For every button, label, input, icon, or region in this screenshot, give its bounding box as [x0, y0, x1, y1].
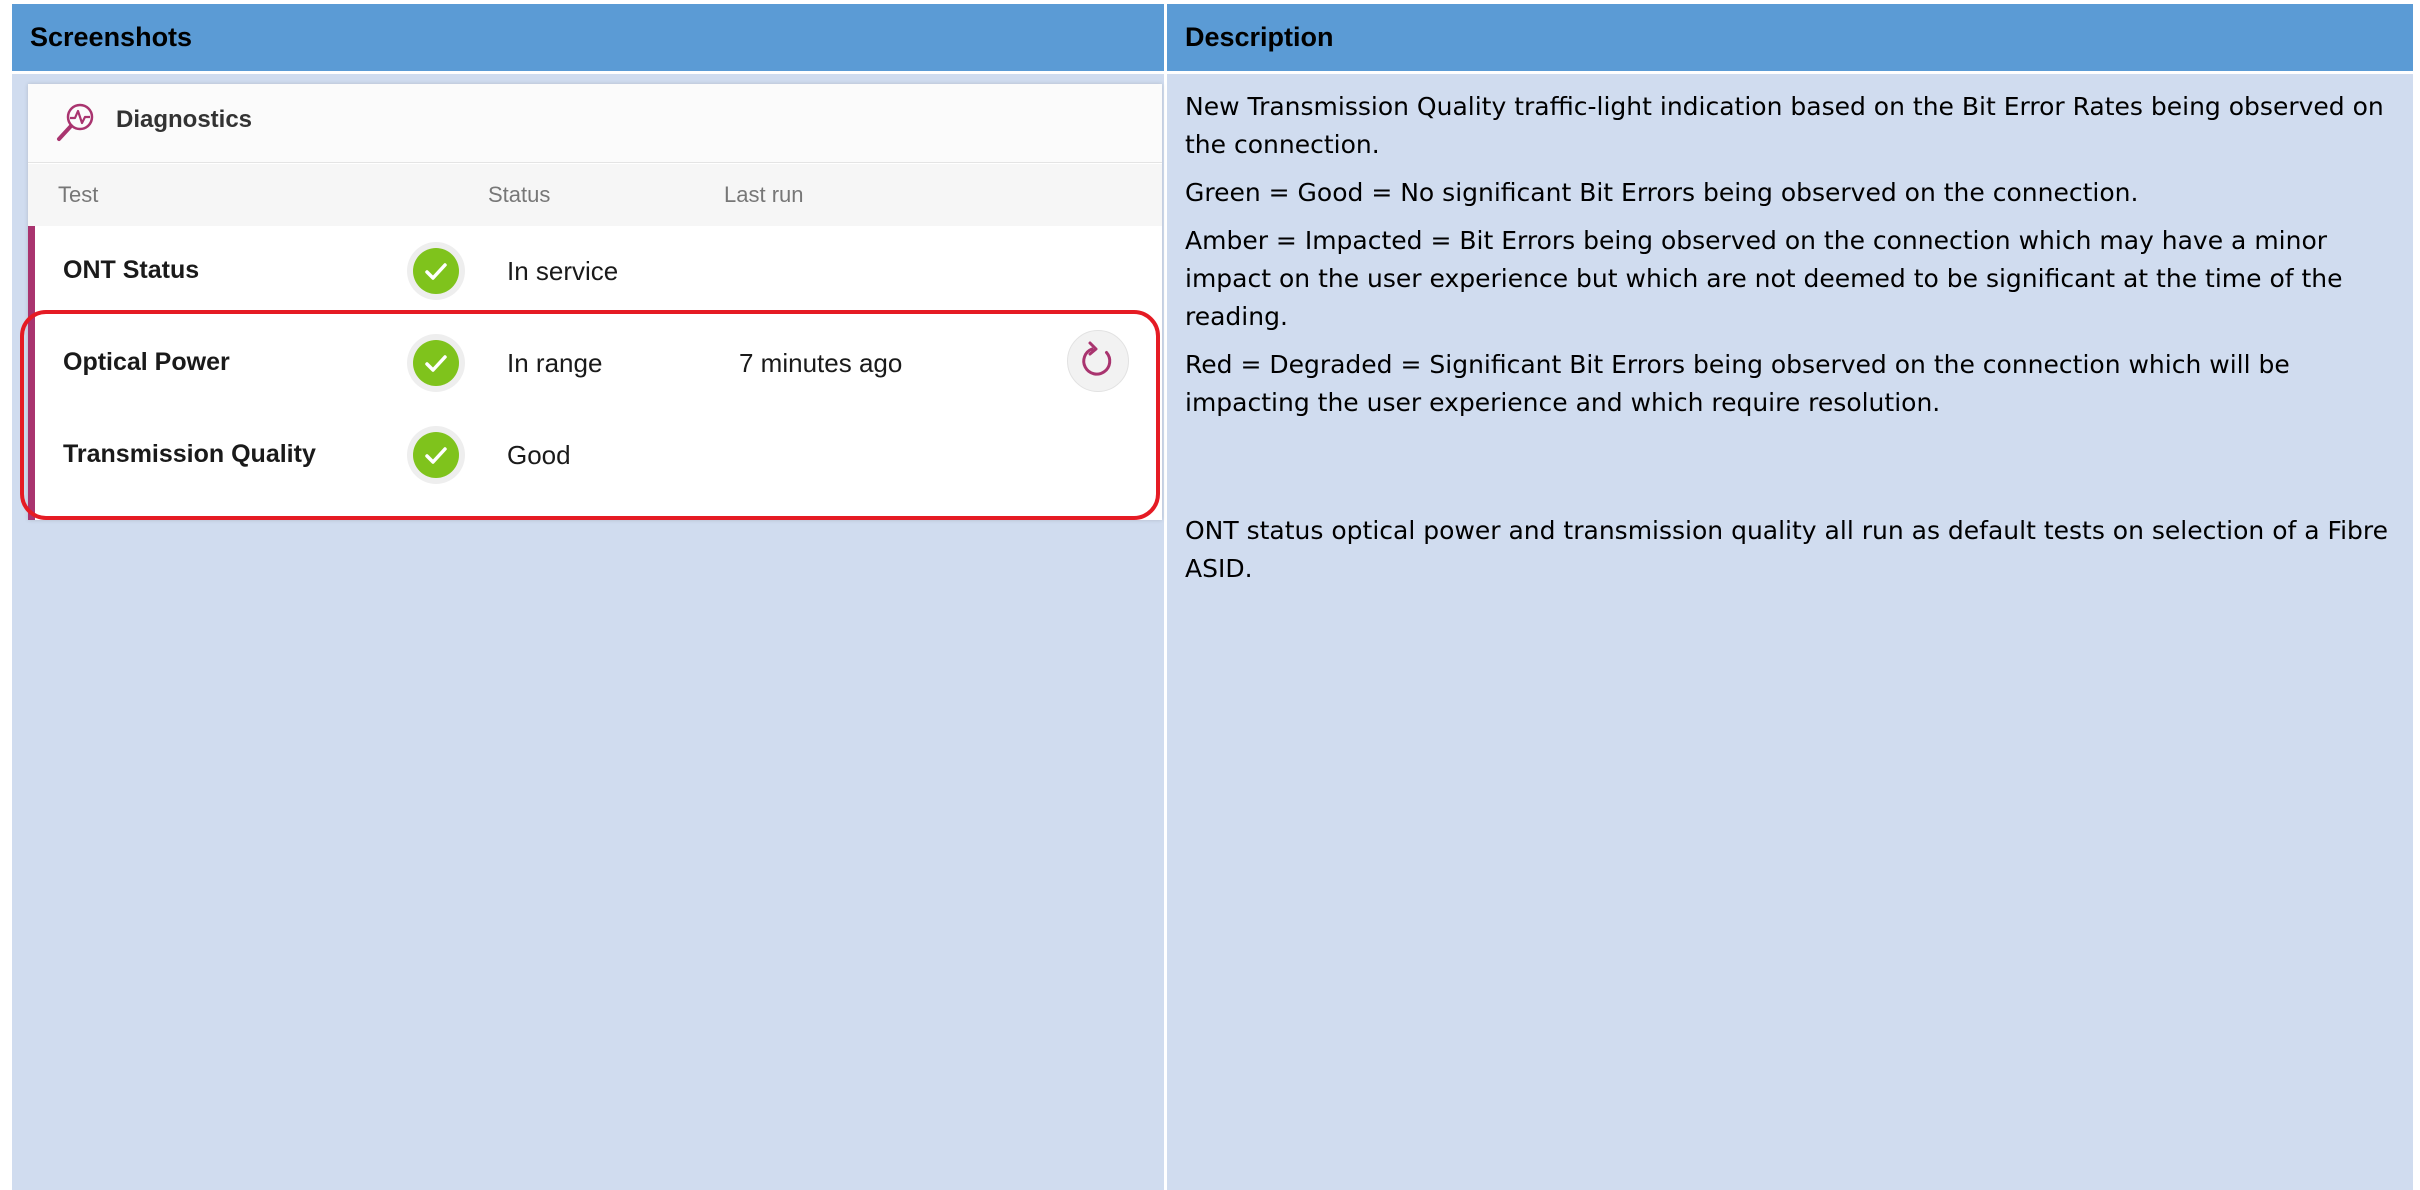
table-row: ONT Status In service	[35, 226, 1162, 316]
diagnostics-magnifier-icon	[54, 100, 98, 144]
description-paragraph: Red = Degraded = Significant Bit Errors …	[1185, 350, 2290, 417]
description-paragraph: Amber = Impacted = Bit Errors being obse…	[1185, 226, 2343, 331]
column-header-test: Test	[58, 182, 99, 207]
check-icon	[407, 242, 465, 300]
test-status: In service	[507, 256, 619, 286]
screenshots-cell: Diagnostics Test Status Last run ONT Sta…	[12, 74, 1164, 1190]
description-paragraph: New Transmission Quality traffic-light i…	[1185, 92, 2384, 159]
slide-table: Screenshots Description Diagnostics Test…	[12, 4, 2413, 1190]
column-header-last-run: Last run	[724, 182, 804, 207]
diagnostics-header: Diagnostics	[28, 84, 1162, 163]
header-description: Description	[1167, 4, 2413, 71]
description-paragraph: Green = Good = No significant Bit Errors…	[1185, 178, 2139, 207]
description-cell: New Transmission Quality traffic-light i…	[1167, 74, 2413, 1190]
test-name: ONT Status	[63, 256, 200, 284]
column-headers: Test Status Last run	[28, 164, 1162, 227]
column-header-status: Status	[488, 182, 551, 207]
description-text: New Transmission Quality traffic-light i…	[1185, 88, 2397, 598]
description-paragraph: ONT status optical power and transmissio…	[1185, 516, 2389, 583]
header-screenshots: Screenshots	[12, 4, 1164, 71]
diagnostics-title: Diagnostics	[116, 106, 253, 133]
highlight-annotation	[20, 310, 1160, 520]
